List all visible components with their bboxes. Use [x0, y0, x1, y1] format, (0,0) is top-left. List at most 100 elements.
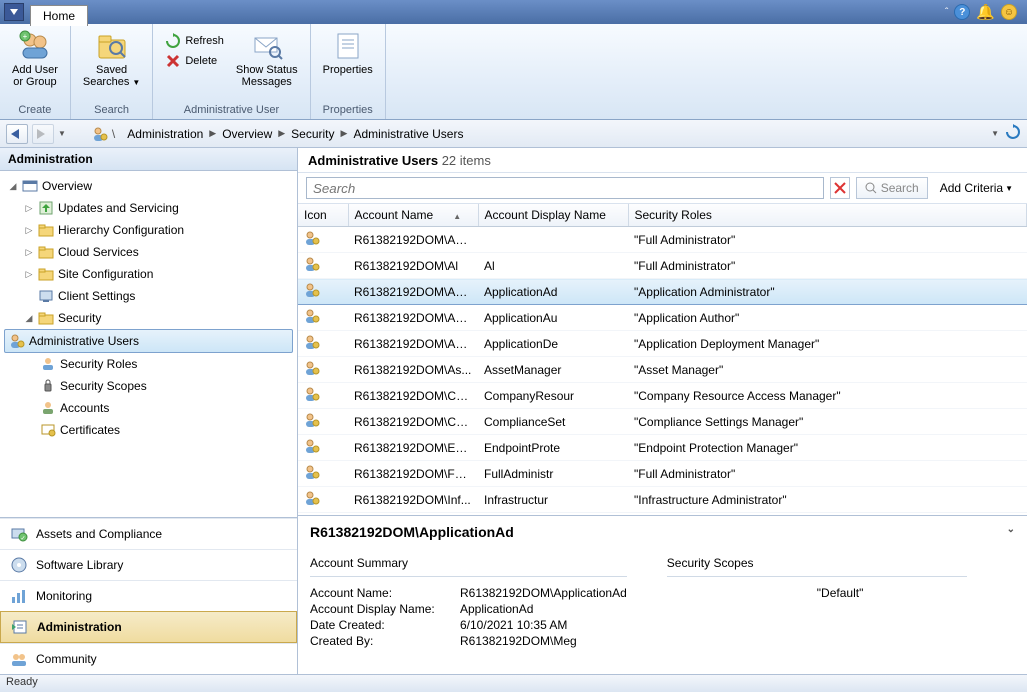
account-summary-header: Account Summary: [310, 550, 627, 577]
tree-node[interactable]: Accounts: [0, 397, 297, 419]
search-button[interactable]: Search: [856, 177, 928, 199]
breadcrumb-item[interactable]: Overview: [222, 127, 272, 141]
col-icon[interactable]: Icon: [298, 204, 348, 227]
wb-software-library[interactable]: Software Library: [0, 549, 297, 580]
tree-node[interactable]: Certificates: [0, 419, 297, 441]
tree-node[interactable]: ▷Hierarchy Configuration: [0, 219, 297, 241]
table-row[interactable]: R61382192DOM\Ap...ApplicationAd"Applicat…: [298, 279, 1027, 305]
refresh-label: Refresh: [185, 35, 224, 47]
tab-home[interactable]: Home: [30, 5, 88, 26]
wb-administration[interactable]: Administration: [0, 611, 297, 643]
breadcrumb-item[interactable]: Security: [291, 127, 334, 141]
cell-security-roles: "Endpoint Protection Manager": [628, 435, 1027, 461]
admin-users-icon: [92, 126, 108, 142]
svg-text:+: +: [23, 32, 28, 41]
show-status-messages-button[interactable]: Show Status Messages: [234, 28, 300, 90]
row-icon: [298, 331, 348, 357]
results-grid[interactable]: Icon Account Name▲ Account Display Name …: [298, 204, 1027, 516]
tree-node[interactable]: Security Roles: [0, 353, 297, 375]
ribbon-group-create: + Add User or Group Create: [0, 24, 71, 119]
ribbon-group-label: Administrative User: [163, 102, 299, 119]
status-bar: Ready: [0, 674, 1027, 692]
table-row[interactable]: R61382192DOM\Co...CompanyResour"Company …: [298, 383, 1027, 409]
tree-node-security[interactable]: ◢Security: [0, 307, 297, 329]
feedback-icon[interactable]: ☺: [1001, 4, 1017, 20]
table-row[interactable]: R61382192DOM\AlAl"Full Administrator": [298, 253, 1027, 279]
main-area: Administration ◢Overview ▷Updates and Se…: [0, 148, 1027, 674]
tree-label: Site Configuration: [58, 265, 153, 283]
saved-searches-button[interactable]: Saved Searches ▼: [81, 28, 142, 90]
table-row[interactable]: R61382192DOM\Ful...FullAdministr"Full Ad…: [298, 461, 1027, 487]
tree-node[interactable]: ▷Site Configuration: [0, 263, 297, 285]
folder-icon: [38, 310, 54, 326]
nav-tree[interactable]: ◢Overview ▷Updates and Servicing ▷Hierar…: [0, 171, 297, 517]
chevron-right-icon: ▶: [341, 128, 348, 139]
cell-account-name: R61382192DOM\Al: [348, 253, 478, 279]
add-user-or-group-button[interactable]: + Add User or Group: [10, 28, 60, 90]
cell-display-name: Al: [478, 253, 628, 279]
add-user-icon: +: [19, 30, 51, 62]
clear-search-button[interactable]: [830, 177, 850, 199]
search-button-label: Search: [881, 181, 919, 195]
tree-node[interactable]: ▷Cloud Services: [0, 241, 297, 263]
detail-key: Account Display Name:: [310, 601, 460, 617]
table-row[interactable]: R61382192DOM\Ap...ApplicationDe"Applicat…: [298, 331, 1027, 357]
certificates-icon: [40, 422, 56, 438]
ribbon-collapse-chevron-icon[interactable]: ˆ: [945, 7, 948, 18]
app-menu-button[interactable]: [4, 3, 24, 21]
cell-security-roles: "Asset Manager": [628, 357, 1027, 383]
tree-node[interactable]: Client Settings: [0, 285, 297, 307]
wb-assets-compliance[interactable]: ✓Assets and Compliance: [0, 518, 297, 549]
wb-community[interactable]: Community: [0, 643, 297, 674]
tree-label: Administrative Users: [29, 332, 139, 350]
col-display-name[interactable]: Account Display Name: [478, 204, 628, 227]
tree-node[interactable]: ▷Updates and Servicing: [0, 197, 297, 219]
tree-label: Certificates: [60, 421, 120, 439]
delete-button[interactable]: Delete: [163, 52, 226, 70]
table-row[interactable]: R61382192DOM\En...EndpointProte"Endpoint…: [298, 435, 1027, 461]
table-row[interactable]: R61382192DOM\As...AssetManager"Asset Man…: [298, 357, 1027, 383]
cell-display-name: ApplicationAu: [478, 305, 628, 331]
cell-security-roles: "Full Administrator": [628, 461, 1027, 487]
row-icon: [298, 409, 348, 435]
details-title: R61382192DOM\ApplicationAd: [310, 524, 514, 540]
tree-node-overview[interactable]: ◢Overview: [0, 175, 297, 197]
notifications-icon[interactable]: 🔔: [976, 3, 995, 21]
refresh-button[interactable]: Refresh: [163, 32, 226, 50]
content-pane: Administrative Users 22 items Search Add…: [298, 148, 1027, 674]
ribbon-group-properties: Properties Properties: [311, 24, 386, 119]
breadcrumb-item[interactable]: Administrative Users: [353, 127, 463, 141]
detail-value: R61382192DOM\ApplicationAd: [460, 585, 627, 601]
tree-node[interactable]: Security Scopes: [0, 375, 297, 397]
cell-display-name: EndpointProte: [478, 435, 628, 461]
table-row[interactable]: R61382192DOM\Ad..."Full Administrator": [298, 227, 1027, 253]
cell-display-name: ComplianceSet: [478, 409, 628, 435]
tree-label: Hierarchy Configuration: [58, 221, 184, 239]
add-criteria-button[interactable]: Add Criteria▼: [934, 181, 1019, 195]
tree-node-admin-users[interactable]: Administrative Users: [4, 329, 293, 353]
col-account-name[interactable]: Account Name▲: [348, 204, 478, 227]
cell-security-roles: "Application Author": [628, 305, 1027, 331]
search-input[interactable]: [306, 177, 824, 199]
breadcrumb-dropdown-icon[interactable]: ▼: [991, 129, 999, 138]
table-row[interactable]: R61382192DOM\Inf...Infrastructur"Infrast…: [298, 487, 1027, 513]
properties-button[interactable]: Properties: [321, 28, 375, 78]
row-icon: [298, 253, 348, 279]
nav-forward-button[interactable]: [32, 124, 54, 144]
breadcrumb-item[interactable]: Administration: [127, 127, 203, 141]
wb-monitoring[interactable]: Monitoring: [0, 580, 297, 611]
help-icon[interactable]: ?: [954, 4, 970, 20]
show-status-label: Show Status Messages: [236, 64, 298, 88]
wb-label: Administration: [37, 620, 122, 634]
refresh-nav-icon[interactable]: [1005, 124, 1021, 143]
col-security-roles[interactable]: Security Roles: [628, 204, 1027, 227]
details-collapse-icon[interactable]: ⌄: [1007, 524, 1015, 540]
cell-display-name: [478, 227, 628, 253]
security-scopes-icon: [40, 378, 56, 394]
nav-back-button[interactable]: [6, 124, 28, 144]
breadcrumb[interactable]: Administration▶ Overview▶ Security▶ Admi…: [127, 127, 987, 141]
table-row[interactable]: R61382192DOM\Ap...ApplicationAu"Applicat…: [298, 305, 1027, 331]
row-icon: [298, 487, 348, 513]
community-icon: [10, 650, 28, 668]
table-row[interactable]: R61382192DOM\Co...ComplianceSet"Complian…: [298, 409, 1027, 435]
